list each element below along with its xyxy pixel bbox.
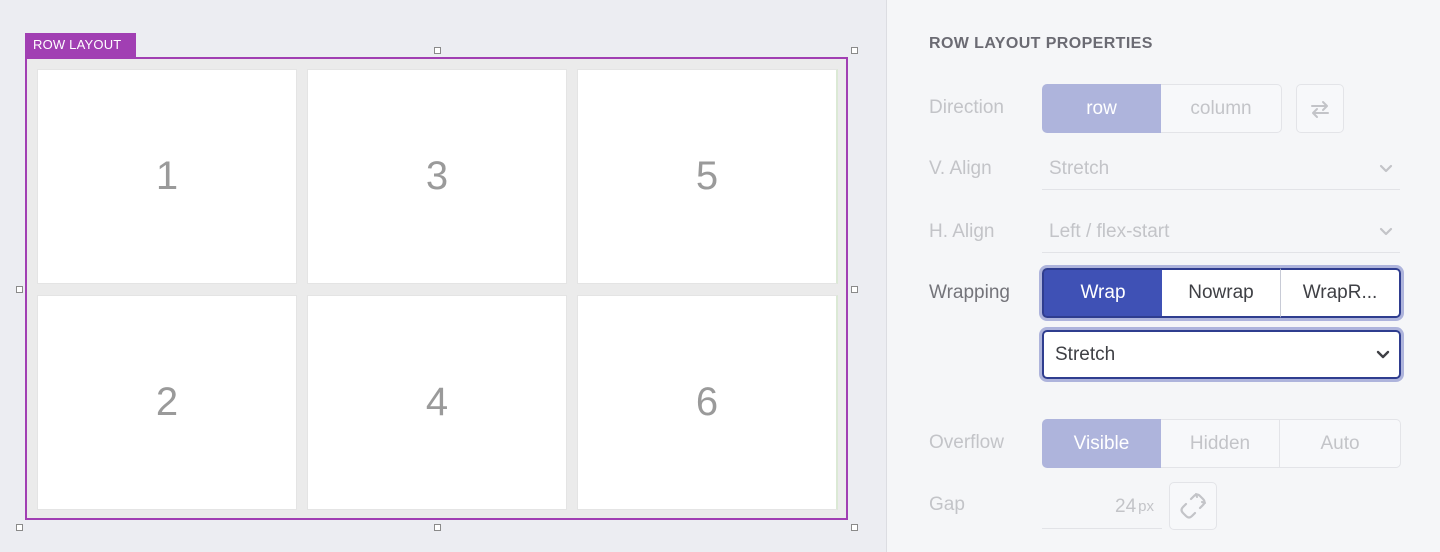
chevron-down-icon [1379,164,1393,173]
wrapping-label: Wrapping [929,282,1010,303]
wrap-option-wrap[interactable]: Wrap [1042,268,1162,318]
direction-label: Direction [929,97,1004,118]
layout-cell[interactable]: 4 [307,295,567,510]
resize-handle-left[interactable] [16,286,23,293]
resize-handle-right[interactable] [851,286,858,293]
layout-cell[interactable]: 6 [577,295,838,510]
gap-input[interactable]: 24 px [1042,485,1162,529]
gap-unit: px [1138,498,1154,515]
overflow-segmented-control: Visible Hidden Auto [1042,419,1401,468]
resize-handle-top[interactable] [434,47,441,54]
properties-panel: ROW LAYOUT PROPERTIES Direction row colu… [886,0,1440,552]
wrapping-segmented-control: Wrap Nowrap WrapR... [1039,265,1404,321]
wrap-align-select[interactable]: Stretch [1042,330,1401,379]
unlink-icon [1180,493,1206,519]
overflow-option-visible[interactable]: Visible [1042,419,1161,468]
layout-cell[interactable]: 5 [577,69,838,284]
wrap-align-select-focus: Stretch [1039,327,1404,382]
h-align-select[interactable]: Left / flex-start [1042,211,1400,253]
panel-title: ROW LAYOUT PROPERTIES [929,35,1153,52]
overflow-option-auto[interactable]: Auto [1280,419,1401,468]
swap-direction-button[interactable] [1296,84,1344,133]
swap-arrows-icon [1311,100,1329,118]
h-align-value: Left / flex-start [1049,220,1170,242]
v-align-value: Stretch [1049,157,1110,179]
direction-option-column[interactable]: column [1161,84,1282,133]
v-align-select[interactable]: Stretch [1042,148,1400,190]
wrap-option-wrap-reverse[interactable]: WrapR... [1281,268,1401,318]
wrap-align-value: Stretch [1055,343,1116,365]
chevron-down-icon [1379,227,1393,236]
overflow-option-hidden[interactable]: Hidden [1161,419,1280,468]
v-align-label: V. Align [929,158,992,179]
gap-value: 24 [1115,495,1137,517]
gap-label: Gap [929,494,965,515]
resize-handle-top-right[interactable] [851,47,858,54]
resize-handle-bottom-right[interactable] [851,524,858,531]
wrap-option-nowrap[interactable]: Nowrap [1162,268,1281,318]
resize-handle-bottom-left[interactable] [16,524,23,531]
layout-cell[interactable]: 3 [307,69,567,284]
direction-option-row[interactable]: row [1042,84,1161,133]
h-align-label: H. Align [929,221,995,242]
selection-tag[interactable]: ROW LAYOUT [25,33,136,57]
chevron-down-icon [1376,350,1390,359]
unlink-gap-button[interactable] [1169,482,1217,530]
resize-handle-bottom[interactable] [434,524,441,531]
overflow-label: Overflow [929,432,1004,453]
layout-cell[interactable]: 1 [37,69,297,284]
layout-cell[interactable]: 2 [37,295,297,510]
design-canvas[interactable]: ROW LAYOUT 1 3 5 2 4 6 [0,0,886,552]
direction-segmented-control: row column [1042,84,1282,133]
